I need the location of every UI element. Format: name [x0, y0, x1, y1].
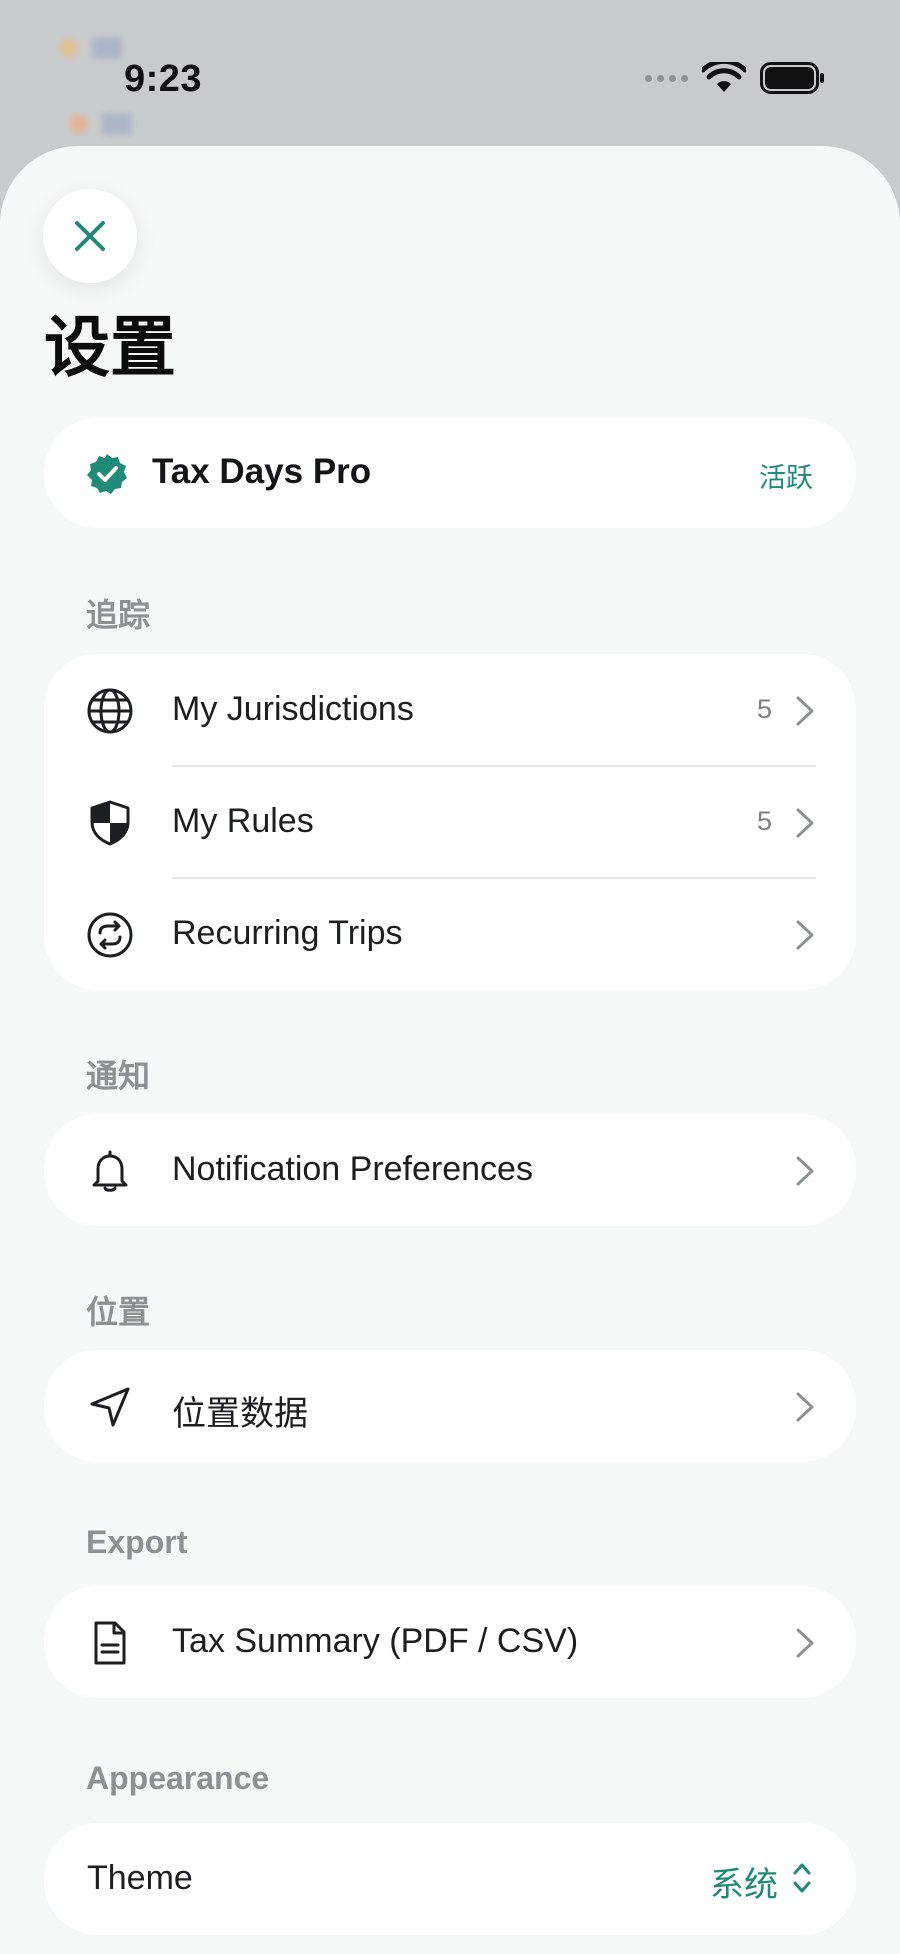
chevron-up-down-icon[interactable] [790, 1859, 814, 1897]
theme-label: Theme [87, 1859, 193, 1897]
row-my-jurisdictions[interactable]: My Jurisdictions 5 [44, 654, 856, 766]
pro-subscription-card[interactable]: Tax Days Pro 活跃 [44, 418, 856, 528]
row-label: Tax Summary (PDF / CSV) [172, 1622, 579, 1660]
chevron-right-icon [796, 1156, 814, 1186]
globe-icon [87, 688, 133, 734]
status-bar-time: 9:23 [124, 58, 203, 100]
appearance-card: Theme 系统 [44, 1823, 856, 1935]
status-bar-icons [645, 62, 826, 94]
close-button[interactable] [43, 189, 137, 283]
background-row [60, 28, 122, 68]
chevron-right-icon [796, 808, 814, 838]
cellular-signal-icon [645, 74, 688, 82]
tracking-card: My Jurisdictions 5 My Rules 5 Recurring … [44, 654, 856, 990]
wifi-icon [702, 62, 746, 92]
row-notification-preferences[interactable]: Notification Preferences [44, 1114, 856, 1226]
background-flag-icon [102, 113, 132, 135]
document-icon [94, 1621, 126, 1665]
chevron-right-icon [796, 920, 814, 950]
background-dot-icon [70, 115, 88, 133]
shield-icon [90, 800, 130, 846]
theme-select-value[interactable]: 系统 [710, 1857, 778, 1906]
row-count: 5 [756, 806, 772, 836]
row-my-rules[interactable]: My Rules 5 [44, 766, 856, 878]
section-label-location: 位置 [86, 1294, 151, 1330]
location-card: 位置数据 [44, 1350, 856, 1462]
notifications-card: Notification Preferences [44, 1114, 856, 1226]
bell-icon [92, 1150, 128, 1192]
verified-badge-icon [87, 454, 127, 494]
background-flag-icon [92, 37, 122, 59]
section-label-appearance: Appearance [86, 1760, 270, 1796]
settings-sheet: 设置 Tax Days Pro 活跃 追踪 My Jurisdictions 5 [0, 146, 900, 1954]
recurring-arrows-icon [87, 912, 133, 958]
section-label-tracking: 追踪 [86, 597, 151, 633]
export-card: Tax Summary (PDF / CSV) [44, 1586, 856, 1698]
chevron-right-icon [796, 1628, 814, 1658]
row-theme[interactable]: Theme 系统 [44, 1823, 856, 1935]
section-label-notifications: 通知 [86, 1058, 151, 1094]
location-arrow-icon [90, 1387, 130, 1427]
row-label: My Jurisdictions [172, 690, 414, 728]
background-dot-icon [60, 39, 78, 57]
close-icon [75, 221, 105, 251]
pro-status-badge: 活跃 [759, 463, 813, 493]
row-label: My Rules [172, 802, 314, 840]
page-title: 设置 [44, 310, 176, 384]
background-row [70, 104, 132, 144]
row-location-data[interactable]: 位置数据 [44, 1350, 856, 1462]
row-label: Notification Preferences [172, 1150, 533, 1188]
row-label: Recurring Trips [172, 914, 403, 952]
row-recurring-trips[interactable]: Recurring Trips [44, 878, 856, 990]
section-label-export: Export [86, 1524, 188, 1560]
row-count: 5 [756, 694, 772, 724]
chevron-right-icon [796, 1392, 814, 1422]
chevron-right-icon [796, 696, 814, 726]
row-label: 位置数据 [172, 1395, 308, 1433]
battery-icon [760, 62, 824, 94]
pro-plan-name: Tax Days Pro [152, 452, 372, 491]
row-tax-summary[interactable]: Tax Summary (PDF / CSV) [44, 1586, 856, 1698]
